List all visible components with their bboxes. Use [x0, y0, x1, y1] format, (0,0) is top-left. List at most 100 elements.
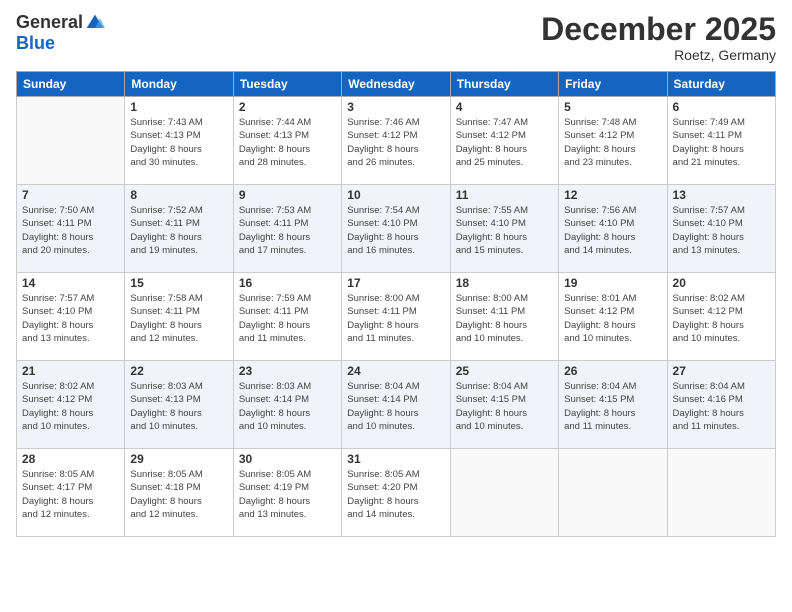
calendar-cell: 19 Sunrise: 8:01 AM Sunset: 4:12 PM Dayli… — [559, 273, 667, 361]
calendar-cell: 24Sunrise: 8:04 AM Sunset: 4:14 PM Dayli… — [342, 361, 450, 449]
day-info: Sunrise: 7:43 AM Sunset: 4:13 PM Dayligh… — [130, 116, 227, 169]
weekday-thursday: Thursday — [450, 72, 558, 97]
calendar: SundayMondayTuesdayWednesdayThursdayFrid… — [16, 71, 776, 537]
day-info: Sunrise: 7:46 AM Sunset: 4:12 PM Dayligh… — [347, 116, 444, 169]
calendar-cell: 22 Sunrise: 8:03 AM Sunset: 4:13 PM Dayli… — [125, 361, 233, 449]
calendar-cell: 3 Sunrise: 7:46 AM Sunset: 4:12 PM Daylig… — [342, 97, 450, 185]
day-info: Sunrise: 7:59 AM Sunset: 4:11 PM Dayligh… — [239, 292, 336, 345]
logo-icon — [85, 13, 105, 33]
day-number: 17 — [347, 276, 444, 290]
day-number: 19 — [564, 276, 661, 290]
calendar-cell: 18Sunrise: 8:00 AM Sunset: 4:11 PM Dayli… — [450, 273, 558, 361]
calendar-cell: 20 Sunrise: 8:02 AM Sunset: 4:12 PM Dayli… — [667, 273, 775, 361]
day-number: 10 — [347, 188, 444, 202]
day-info: Sunrise: 8:03 AM Sunset: 4:14 PM Dayligh… — [239, 380, 336, 433]
calendar-cell: 31 Sunrise: 8:05 AM Sunset: 4:20 PM Dayli… — [342, 449, 450, 537]
logo-general: General — [16, 12, 83, 33]
title-section: December 2025 Roetz, Germany — [541, 12, 776, 63]
page-container: General Blue December 2025 Roetz, German… — [0, 0, 792, 612]
weekday-saturday: Saturday — [667, 72, 775, 97]
day-number: 5 — [564, 100, 661, 114]
day-number: 21 — [22, 364, 119, 378]
week-row-3: 14 Sunrise: 7:57 AM Sunset: 4:10 PM Dayli… — [17, 273, 776, 361]
calendar-cell: 10 Sunrise: 7:54 AM Sunset: 4:10 PM Dayli… — [342, 185, 450, 273]
calendar-cell: 2Sunrise: 7:44 AM Sunset: 4:13 PM Daylig… — [233, 97, 341, 185]
calendar-cell: 14 Sunrise: 7:57 AM Sunset: 4:10 PM Dayli… — [17, 273, 125, 361]
calendar-cell: 26 Sunrise: 8:04 AM Sunset: 4:15 PM Dayli… — [559, 361, 667, 449]
day-number: 31 — [347, 452, 444, 466]
calendar-cell: 8 Sunrise: 7:52 AM Sunset: 4:11 PM Daylig… — [125, 185, 233, 273]
day-info: Sunrise: 8:05 AM Sunset: 4:17 PM Dayligh… — [22, 468, 119, 521]
calendar-cell: 5 Sunrise: 7:48 AM Sunset: 4:12 PM Daylig… — [559, 97, 667, 185]
day-info: Sunrise: 8:02 AM Sunset: 4:12 PM Dayligh… — [673, 292, 770, 345]
day-number: 20 — [673, 276, 770, 290]
day-info: Sunrise: 7:57 AM Sunset: 4:10 PM Dayligh… — [673, 204, 770, 257]
day-info: Sunrise: 8:02 AM Sunset: 4:12 PM Dayligh… — [22, 380, 119, 433]
day-number: 3 — [347, 100, 444, 114]
calendar-cell — [17, 97, 125, 185]
day-number: 7 — [22, 188, 119, 202]
month-title: December 2025 — [541, 12, 776, 47]
day-number: 22 — [130, 364, 227, 378]
calendar-cell: 25Sunrise: 8:04 AM Sunset: 4:15 PM Dayli… — [450, 361, 558, 449]
day-info: Sunrise: 8:05 AM Sunset: 4:20 PM Dayligh… — [347, 468, 444, 521]
day-info: Sunrise: 7:49 AM Sunset: 4:11 PM Dayligh… — [673, 116, 770, 169]
calendar-cell: 6 Sunrise: 7:49 AM Sunset: 4:11 PM Daylig… — [667, 97, 775, 185]
day-number: 26 — [564, 364, 661, 378]
day-number: 1 — [130, 100, 227, 114]
week-row-5: 28 Sunrise: 8:05 AM Sunset: 4:17 PM Dayli… — [17, 449, 776, 537]
day-info: Sunrise: 7:57 AM Sunset: 4:10 PM Dayligh… — [22, 292, 119, 345]
calendar-cell: 16 Sunrise: 7:59 AM Sunset: 4:11 PM Dayli… — [233, 273, 341, 361]
day-number: 28 — [22, 452, 119, 466]
day-info: Sunrise: 7:53 AM Sunset: 4:11 PM Dayligh… — [239, 204, 336, 257]
day-number: 8 — [130, 188, 227, 202]
weekday-monday: Monday — [125, 72, 233, 97]
day-number: 6 — [673, 100, 770, 114]
day-number: 2 — [239, 100, 336, 114]
calendar-cell: 17 Sunrise: 8:00 AM Sunset: 4:11 PM Dayli… — [342, 273, 450, 361]
calendar-cell: 29Sunrise: 8:05 AM Sunset: 4:18 PM Dayli… — [125, 449, 233, 537]
day-info: Sunrise: 8:04 AM Sunset: 4:15 PM Dayligh… — [564, 380, 661, 433]
calendar-cell — [559, 449, 667, 537]
day-info: Sunrise: 7:48 AM Sunset: 4:12 PM Dayligh… — [564, 116, 661, 169]
logo-blue: Blue — [16, 33, 55, 54]
logo: General Blue — [16, 12, 105, 54]
calendar-cell: 9 Sunrise: 7:53 AM Sunset: 4:11 PM Daylig… — [233, 185, 341, 273]
day-info: Sunrise: 8:05 AM Sunset: 4:18 PM Dayligh… — [130, 468, 227, 521]
day-number: 16 — [239, 276, 336, 290]
calendar-cell: 21 Sunrise: 8:02 AM Sunset: 4:12 PM Dayli… — [17, 361, 125, 449]
calendar-cell: 28 Sunrise: 8:05 AM Sunset: 4:17 PM Dayli… — [17, 449, 125, 537]
day-info: Sunrise: 7:47 AM Sunset: 4:12 PM Dayligh… — [456, 116, 553, 169]
calendar-cell: 13Sunrise: 7:57 AM Sunset: 4:10 PM Dayli… — [667, 185, 775, 273]
day-number: 15 — [130, 276, 227, 290]
day-number: 30 — [239, 452, 336, 466]
day-info: Sunrise: 7:52 AM Sunset: 4:11 PM Dayligh… — [130, 204, 227, 257]
calendar-cell: 15 Sunrise: 7:58 AM Sunset: 4:11 PM Dayli… — [125, 273, 233, 361]
calendar-cell: 27 Sunrise: 8:04 AM Sunset: 4:16 PM Dayli… — [667, 361, 775, 449]
day-info: Sunrise: 8:03 AM Sunset: 4:13 PM Dayligh… — [130, 380, 227, 433]
day-info: Sunrise: 7:58 AM Sunset: 4:11 PM Dayligh… — [130, 292, 227, 345]
week-row-2: 7 Sunrise: 7:50 AM Sunset: 4:11 PM Daylig… — [17, 185, 776, 273]
day-number: 14 — [22, 276, 119, 290]
calendar-cell: 11Sunrise: 7:55 AM Sunset: 4:10 PM Dayli… — [450, 185, 558, 273]
calendar-cell — [450, 449, 558, 537]
day-info: Sunrise: 8:00 AM Sunset: 4:11 PM Dayligh… — [347, 292, 444, 345]
day-number: 12 — [564, 188, 661, 202]
week-row-4: 21 Sunrise: 8:02 AM Sunset: 4:12 PM Dayli… — [17, 361, 776, 449]
day-info: Sunrise: 8:04 AM Sunset: 4:16 PM Dayligh… — [673, 380, 770, 433]
day-number: 27 — [673, 364, 770, 378]
day-info: Sunrise: 7:54 AM Sunset: 4:10 PM Dayligh… — [347, 204, 444, 257]
day-number: 18 — [456, 276, 553, 290]
weekday-tuesday: Tuesday — [233, 72, 341, 97]
weekday-header-row: SundayMondayTuesdayWednesdayThursdayFrid… — [17, 72, 776, 97]
day-number: 9 — [239, 188, 336, 202]
weekday-sunday: Sunday — [17, 72, 125, 97]
calendar-cell: 23 Sunrise: 8:03 AM Sunset: 4:14 PM Dayli… — [233, 361, 341, 449]
calendar-cell: 12 Sunrise: 7:56 AM Sunset: 4:10 PM Dayli… — [559, 185, 667, 273]
day-info: Sunrise: 7:56 AM Sunset: 4:10 PM Dayligh… — [564, 204, 661, 257]
calendar-cell: 4Sunrise: 7:47 AM Sunset: 4:12 PM Daylig… — [450, 97, 558, 185]
day-info: Sunrise: 7:50 AM Sunset: 4:11 PM Dayligh… — [22, 204, 119, 257]
weekday-wednesday: Wednesday — [342, 72, 450, 97]
day-number: 23 — [239, 364, 336, 378]
day-info: Sunrise: 8:01 AM Sunset: 4:12 PM Dayligh… — [564, 292, 661, 345]
